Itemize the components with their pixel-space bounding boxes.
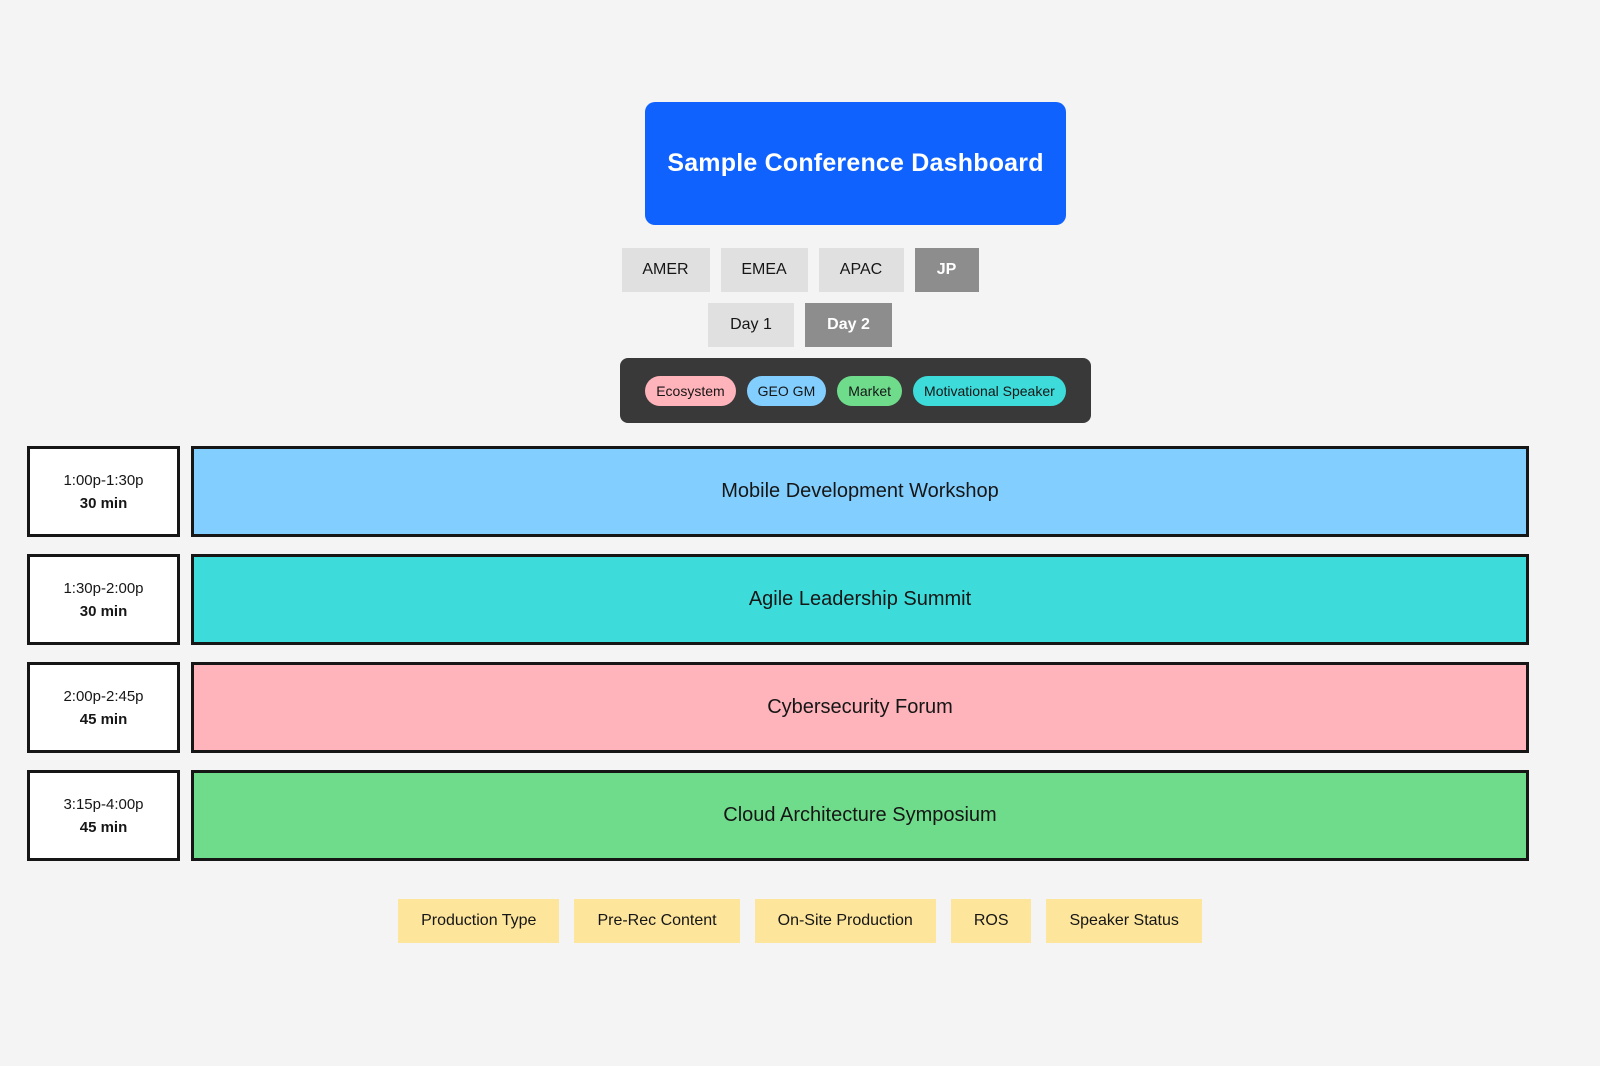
session-block[interactable]: Mobile Development Workshop (191, 446, 1529, 537)
legend-pill-market[interactable]: Market (837, 375, 903, 406)
time-slot: 1:00p-1:30p 30 min (27, 446, 180, 537)
title-card: Sample Conference Dashboard (645, 102, 1066, 225)
schedule-row: 2:00p-2:45p 45 min Cybersecurity Forum (27, 662, 1529, 753)
production-tags: Production Type Pre-Rec Content On-Site … (0, 899, 1600, 943)
duration: 30 min (79, 494, 128, 512)
duration: 45 min (79, 710, 128, 728)
legend-pill-geo-gm[interactable]: GEO GM (746, 375, 827, 406)
time-range: 1:30p-2:00p (63, 579, 144, 597)
day-button-1[interactable]: Day 1 (708, 303, 794, 347)
day-selector: Day 1 Day 2 (0, 303, 1600, 347)
tag-on-site-production[interactable]: On-Site Production (754, 899, 936, 943)
tag-ros[interactable]: ROS (950, 899, 1032, 943)
tag-pre-rec-content[interactable]: Pre-Rec Content (574, 899, 740, 943)
time-slot: 3:15p-4:00p 45 min (27, 770, 180, 861)
region-button-emea[interactable]: EMEA (720, 248, 808, 292)
duration: 30 min (79, 602, 128, 620)
time-range: 3:15p-4:00p (63, 795, 144, 813)
session-block[interactable]: Agile Leadership Summit (191, 554, 1529, 645)
category-legend: Ecosystem GEO GM Market Motivational Spe… (620, 358, 1091, 423)
session-block[interactable]: Cybersecurity Forum (191, 662, 1529, 753)
page-title: Sample Conference Dashboard (667, 149, 1044, 177)
session-title: Agile Leadership Summit (748, 588, 972, 610)
time-slot: 2:00p-2:45p 45 min (27, 662, 180, 753)
session-title: Cybersecurity Forum (767, 696, 953, 718)
legend-pill-ecosystem[interactable]: Ecosystem (645, 375, 736, 406)
time-range: 1:00p-1:30p (63, 471, 144, 489)
day-button-2[interactable]: Day 2 (805, 303, 892, 347)
region-button-jp[interactable]: JP (914, 248, 979, 292)
session-title: Cloud Architecture Symposium (723, 804, 997, 826)
region-button-apac[interactable]: APAC (818, 248, 904, 292)
schedule-row: 1:30p-2:00p 30 min Agile Leadership Summ… (27, 554, 1529, 645)
schedule-row: 3:15p-4:00p 45 min Cloud Architecture Sy… (27, 770, 1529, 861)
tag-production-type[interactable]: Production Type (398, 899, 560, 943)
session-block[interactable]: Cloud Architecture Symposium (191, 770, 1529, 861)
schedule-row: 1:00p-1:30p 30 min Mobile Development Wo… (27, 446, 1529, 537)
time-slot: 1:30p-2:00p 30 min (27, 554, 180, 645)
tag-speaker-status[interactable]: Speaker Status (1046, 899, 1202, 943)
time-range: 2:00p-2:45p (63, 687, 144, 705)
region-selector: AMER EMEA APAC JP (0, 248, 1600, 292)
session-title: Mobile Development Workshop (721, 480, 999, 502)
dashboard: Sample Conference Dashboard AMER EMEA AP… (0, 0, 1600, 1066)
duration: 45 min (79, 818, 128, 836)
region-button-amer[interactable]: AMER (621, 248, 710, 292)
legend-pill-motivational-speaker[interactable]: Motivational Speaker (913, 375, 1066, 406)
